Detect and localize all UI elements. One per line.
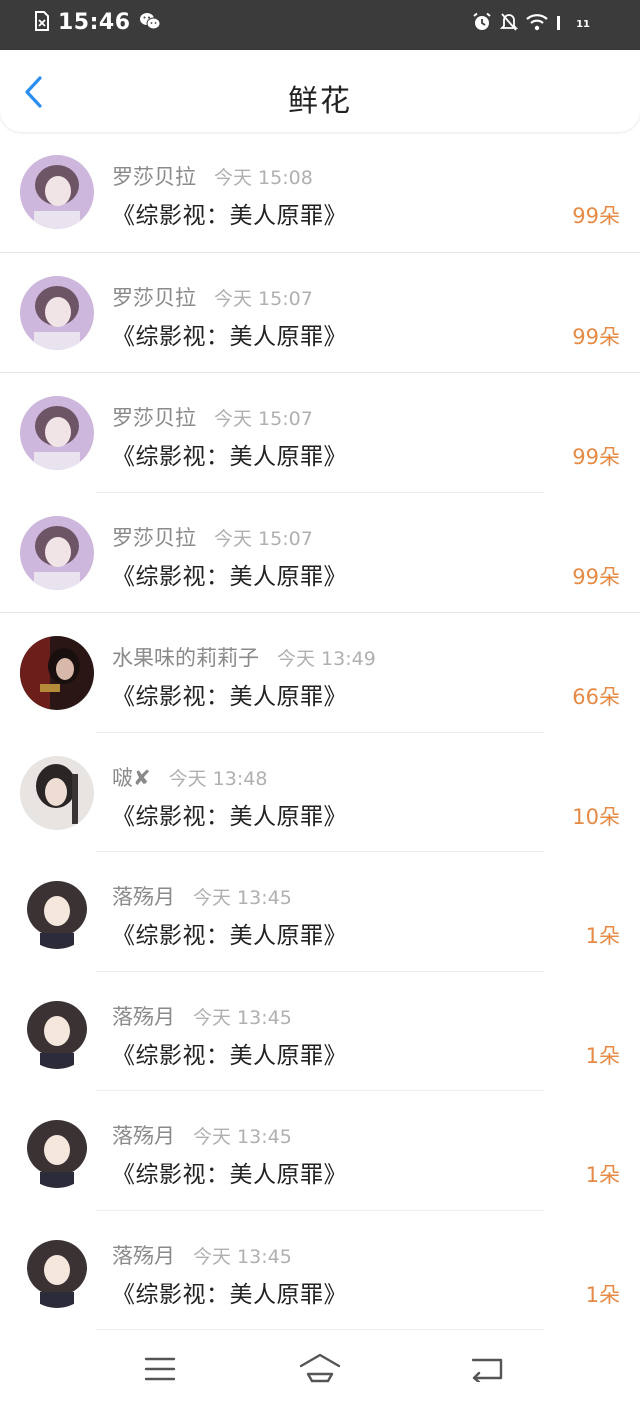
book-title: 《综影视：美人原罪》 [112,1042,347,1069]
menu-icon [144,1357,176,1381]
username[interactable]: 罗莎贝拉 [112,402,196,432]
menu-button[interactable] [144,1356,176,1386]
list-item[interactable]: 啵✘ 今天 13:48 《综影视：美人原罪》 10朵 [0,733,640,852]
signal-badge: 11 [576,18,590,30]
back-icon [471,1358,503,1384]
book-title: 《综影视：美人原罪》 [112,203,347,229]
timestamp: 今天 13:45 [193,1245,292,1268]
username[interactable]: 落殇月 [112,1120,175,1150]
username[interactable]: 水果味的莉莉子 [112,642,259,672]
app-header: 鲜花 [0,50,640,132]
book-title: 《综影视：美人原罪》 [112,803,347,830]
flower-count: 99朵 [572,445,620,469]
list-item[interactable]: 罗莎贝拉 今天 15:07 《综影视：美人原罪》 99朵 [0,373,640,493]
book-title: 《综影视：美人原罪》 [112,684,347,710]
flower-count: 99朵 [572,204,620,228]
timestamp: 今天 13:45 [193,1006,292,1029]
avatar [20,1114,94,1188]
flower-count: 66朵 [572,685,620,709]
list-item[interactable]: 落殇月 今天 13:45 《综影视：美人原罪》 1朵 [0,1211,640,1330]
username[interactable]: 落殇月 [112,881,175,911]
list-item[interactable]: 落殇月 今天 13:45 《综影视：美人原罪》 1朵 [0,972,640,1091]
avatar [20,1233,94,1308]
book-title: 《综影视：美人原罪》 [112,1162,347,1188]
book-title: 《综影视：美人原罪》 [112,323,347,350]
avatar [20,755,94,830]
home-button[interactable] [298,1352,342,1388]
flower-count: 1朵 [585,1282,620,1307]
avatar [20,155,94,229]
avatar [20,515,94,590]
list-item[interactable]: 罗莎贝拉 今天 15:08 《综影视：美人原罪》 99朵 [0,132,640,253]
system-nav-bar [0,1330,640,1422]
timestamp: 今天 13:45 [193,1126,292,1148]
mute-bell-icon [499,12,519,36]
flower-count: 10朵 [572,804,620,829]
list-item[interactable]: 罗莎贝拉 今天 15:07 《综影视：美人原罪》 99朵 [0,253,640,373]
list-item[interactable]: 水果味的莉莉子 今天 13:49 《综影视：美人原罪》 66朵 [0,613,640,733]
timestamp: 今天 15:08 [214,167,313,189]
timestamp: 今天 13:49 [277,648,376,670]
flower-count: 1朵 [585,1043,620,1068]
home-icon [299,1353,341,1383]
username[interactable]: 落殇月 [112,1240,175,1270]
list-item[interactable]: 落殇月 今天 13:45 《综影视：美人原罪》 1朵 [0,1091,640,1211]
book-title: 《综影视：美人原罪》 [112,1281,347,1308]
wifi-icon [526,13,548,35]
flower-count: 1朵 [585,924,620,948]
alarm-icon [472,12,492,36]
username[interactable]: 罗莎贝拉 [112,282,196,312]
username[interactable]: 落殇月 [112,1001,175,1031]
timestamp: 今天 15:07 [214,527,313,550]
username[interactable]: 罗莎贝拉 [112,161,196,191]
avatar [20,636,94,710]
avatar [20,875,94,949]
timestamp: 今天 15:07 [214,287,313,310]
page-title: 鲜花 [288,84,352,119]
book-title: 《综影视：美人原罪》 [112,563,347,590]
username[interactable]: 啵✘ [112,762,151,792]
timestamp: 今天 13:48 [168,767,268,790]
flower-count: 1朵 [585,1163,620,1187]
flower-count: 99朵 [572,324,620,349]
avatar [20,275,94,350]
timestamp: 今天 15:07 [214,408,313,430]
status-bar: 15:46 11 [0,0,640,50]
username[interactable]: 罗莎贝拉 [112,522,196,552]
book-title: 《综影视：美人原罪》 [112,923,347,949]
list-item[interactable]: 落殇月 今天 13:45 《综影视：美人原罪》 1朵 [0,852,640,972]
timestamp: 今天 13:45 [193,887,292,909]
book-title: 《综影视：美人原罪》 [112,444,347,470]
flower-count: 99朵 [572,564,620,589]
avatar [20,994,94,1069]
list-item[interactable]: 罗莎贝拉 今天 15:07 《综影视：美人原罪》 99朵 [0,493,640,613]
status-time: 15:46 [58,10,131,35]
avatar [20,396,94,470]
sim-error-icon [34,10,50,35]
wechat-icon [139,11,161,35]
signal-icon [556,13,562,35]
back-nav-button[interactable] [470,1356,506,1386]
flower-list: 罗莎贝拉 今天 15:08 《综影视：美人原罪》 99朵 罗莎贝拉 今天 15:… [0,132,640,1330]
